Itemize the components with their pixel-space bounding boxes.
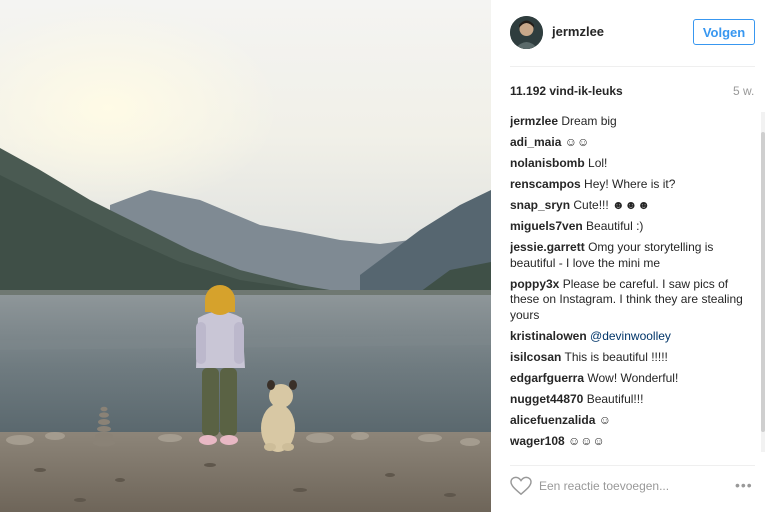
comment-username[interactable]: wager108 xyxy=(510,434,565,448)
comment-username[interactable]: kristinalowen xyxy=(510,329,587,343)
comment-text: Beautiful!!! xyxy=(586,391,644,406)
comment: poppy3x Please be careful. I saw pics of… xyxy=(510,277,755,324)
comment-text: Wow! Wonderful! xyxy=(587,370,679,385)
post-time[interactable]: 5 w. xyxy=(733,84,754,98)
comment-username[interactable]: snap_sryn xyxy=(510,198,570,212)
comment-username[interactable]: poppy3x xyxy=(510,277,559,291)
comment: jessie.garrett Omg your storytelling is … xyxy=(510,240,755,271)
comments-scrollbar[interactable] xyxy=(761,112,765,452)
comment-username[interactable]: nugget44870 xyxy=(510,392,583,406)
comment-username[interactable]: jermzlee xyxy=(510,114,558,128)
comment: jermzlee Dream big xyxy=(510,114,755,130)
comment-text: Beautiful :) xyxy=(586,219,644,233)
comment: miguels7ven Beautiful :) xyxy=(510,219,755,235)
comment-text: ☺☺ xyxy=(564,135,590,149)
comment-username[interactable]: miguels7ven xyxy=(510,219,583,233)
comment: edgarfguerra Wow! Wonderful! xyxy=(510,371,755,387)
comment-username[interactable]: renscampos xyxy=(510,177,581,191)
comment-username[interactable]: jessie.garrett xyxy=(510,240,585,254)
comment-text: ☺☺☺ xyxy=(568,433,605,448)
divider xyxy=(510,66,755,67)
add-comment-input[interactable] xyxy=(539,476,719,496)
comment-text: ☺ xyxy=(598,412,611,427)
follow-button[interactable]: Volgen xyxy=(693,19,755,45)
comment-text: Dream big xyxy=(561,114,617,128)
comment: kristinalowen @devinwoolley xyxy=(510,329,755,345)
comment-username[interactable]: edgarfguerra xyxy=(510,371,584,385)
comment-username[interactable]: alicefuenzalida xyxy=(510,413,595,427)
comment: nolanisbomb Lol! xyxy=(510,156,755,172)
username[interactable]: jermzlee xyxy=(552,24,604,39)
comment: adi_maia ☺☺ xyxy=(510,135,755,151)
more-options-icon[interactable]: ••• xyxy=(735,477,753,493)
scrollbar-thumb[interactable] xyxy=(761,132,765,432)
comments-list: jermzlee Dream big adi_maia ☺☺ nolanisbo… xyxy=(510,114,755,458)
comment: snap_sryn Cute!!! ☻☻☻ xyxy=(510,198,755,214)
comment: nugget44870 Beautiful!!! xyxy=(510,392,755,408)
comment-text: This is beautiful !!!!! xyxy=(564,349,668,364)
comment: wager108 ☺☺☺ xyxy=(510,434,755,450)
user-avatar[interactable] xyxy=(510,16,543,49)
comment-username[interactable]: isilcosan xyxy=(510,350,561,364)
comment-username[interactable]: adi_maia xyxy=(510,135,561,149)
comment-username[interactable]: nolanisbomb xyxy=(510,156,585,170)
heart-icon[interactable] xyxy=(510,476,532,496)
comment-text: Cute!!! ☻☻☻ xyxy=(573,198,650,212)
comment-text: Lol! xyxy=(588,156,608,170)
divider xyxy=(510,465,755,466)
comment-text: Hey! Where is it? xyxy=(584,177,676,191)
post-photo[interactable] xyxy=(0,0,491,512)
post-header: jermzlee Volgen xyxy=(491,0,768,66)
comment-mention-link[interactable]: @devinwoolley xyxy=(590,329,671,343)
likes-count[interactable]: 11.192 vind-ik-leuks xyxy=(510,84,623,98)
post-sidebar: jermzlee Volgen 11.192 vind-ik-leuks 5 w… xyxy=(491,0,768,512)
comment: isilcosan This is beautiful !!!!! xyxy=(510,350,755,366)
comment: alicefuenzalida ☺ xyxy=(510,413,755,429)
comment: renscampos Hey! Where is it? xyxy=(510,177,755,193)
